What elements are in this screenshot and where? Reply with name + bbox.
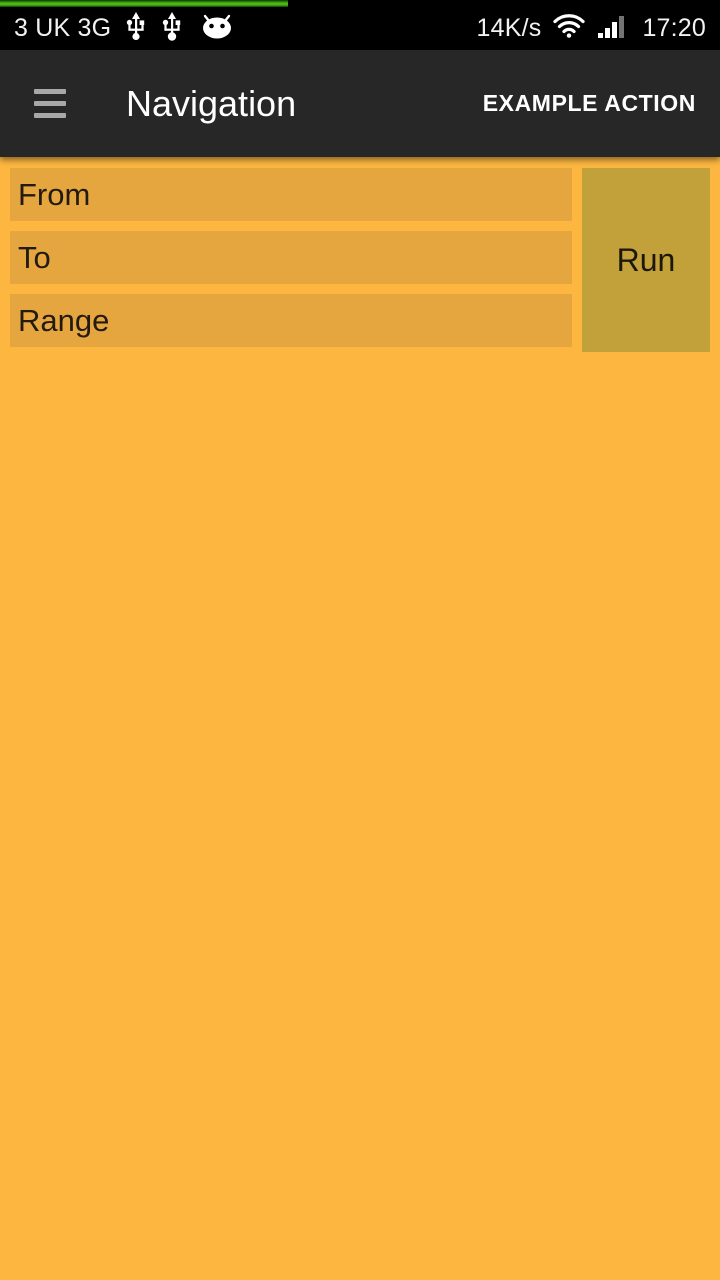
hamburger-line (34, 89, 66, 94)
progress-bar-track (0, 0, 720, 7)
android-head-icon (197, 12, 237, 45)
carrier-label: 3 UK 3G (14, 14, 112, 42)
status-bar-left-group: 3 UK 3G (14, 11, 237, 46)
example-action-button[interactable]: EXAMPLE ACTION (477, 80, 702, 127)
form-row: Run (0, 168, 720, 352)
progress-bar-fill (0, 0, 288, 7)
network-speed-label: 14K/s (476, 14, 542, 42)
clock-label: 17:20 (642, 14, 706, 42)
to-input[interactable] (10, 231, 572, 284)
hamburger-line (34, 101, 66, 106)
status-bar-right-group: 14K/s 17:20 (477, 13, 707, 44)
action-bar: Navigation EXAMPLE ACTION (0, 50, 720, 157)
page-title: Navigation (126, 82, 297, 124)
run-button[interactable]: Run (582, 168, 710, 352)
fields-column (0, 168, 572, 347)
hamburger-menu-icon[interactable] (30, 82, 74, 126)
content-area: Run (0, 157, 720, 1280)
usb-icon (161, 11, 183, 46)
status-bar: 3 UK 3G 14K/s 17:20 (0, 0, 720, 50)
hamburger-line (34, 113, 66, 118)
from-input[interactable] (10, 168, 572, 221)
usb-icon (125, 11, 147, 46)
wifi-icon (552, 13, 586, 44)
range-input[interactable] (10, 294, 572, 347)
cellular-signal-icon (597, 13, 631, 44)
